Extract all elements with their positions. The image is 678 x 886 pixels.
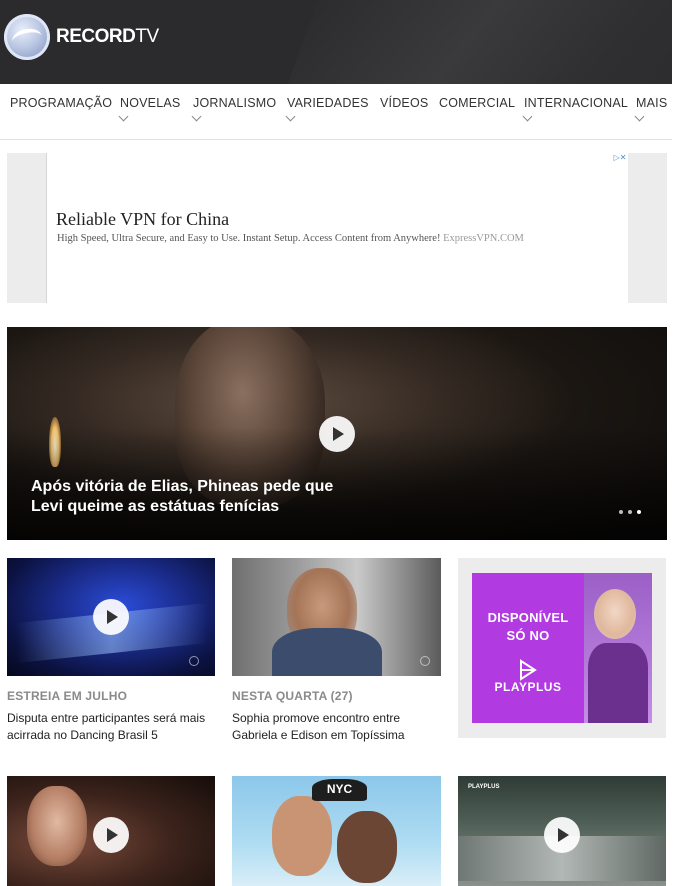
nav-item-videos[interactable]: VÍDEOS xyxy=(380,96,428,110)
nav-item-variedades[interactable]: VARIEDADES xyxy=(285,96,369,122)
card-thumbnail-playplus[interactable]: PLAYPLUS xyxy=(458,776,666,886)
hero-video[interactable]: Após vitória de Elias, Phineas pede que … xyxy=(7,327,667,540)
chevron-down-icon xyxy=(285,111,296,122)
header-decoration xyxy=(267,0,672,84)
nav-item-label: NOVELAS xyxy=(120,96,181,110)
nav-item-jornalismo[interactable]: JORNALISMO xyxy=(191,96,277,122)
carousel-dot[interactable] xyxy=(619,510,623,514)
nav-item-label: VÍDEOS xyxy=(380,96,429,110)
playplus-promo[interactable]: DISPONÍVEL SÓ NO PLAYPLUS xyxy=(458,558,666,738)
nav-item-label: COMERCIAL xyxy=(439,96,516,110)
nav-item-label: PROGRAMAÇÃO xyxy=(10,96,113,110)
nav-item-label: MAIS xyxy=(636,96,668,110)
recordtv-logo[interactable]: RECORDTV xyxy=(4,14,159,60)
promo-line-2: SÓ NO xyxy=(506,628,550,643)
play-icon[interactable] xyxy=(93,599,129,635)
nav-item-label: VARIEDADES xyxy=(287,96,369,110)
nav-item-label: JORNALISMO xyxy=(193,96,277,110)
playplus-logo-text: PLAYPLUS xyxy=(494,680,562,694)
play-icon[interactable] xyxy=(319,416,355,452)
ad-choices-icon[interactable]: ▷✕ xyxy=(612,153,628,163)
playplus-banner[interactable]: DISPONÍVEL SÓ NO PLAYPLUS xyxy=(472,573,652,723)
nav-item-internacional[interactable]: INTERNACIONAL xyxy=(522,96,629,122)
card-label: ESTREIA EM JULHO xyxy=(7,689,128,703)
nav-item-mais[interactable]: MAIS xyxy=(634,96,668,122)
carousel-dot-active[interactable] xyxy=(637,510,641,514)
video-indicator-icon xyxy=(189,656,199,666)
card-thumbnail-dancing-brasil[interactable] xyxy=(7,558,215,676)
ad-banner: ▷✕ Reliable VPN for China High Speed, Ul… xyxy=(7,153,667,303)
ad-title[interactable]: Reliable VPN for China xyxy=(56,209,229,230)
playplus-mini-logo: PLAYPLUS xyxy=(468,784,500,790)
card-thumbnail-topissima[interactable] xyxy=(232,558,441,676)
card-thumbnail-nyc[interactable]: NYC xyxy=(232,776,441,886)
chevron-down-icon xyxy=(118,111,129,122)
site-header: RECORDTV xyxy=(0,0,672,84)
play-icon[interactable] xyxy=(93,817,129,853)
ad-domain[interactable]: ExpressVPN.COM xyxy=(443,233,524,244)
recordtv-logo-icon xyxy=(4,14,50,60)
promo-host-photo xyxy=(584,573,652,723)
card-label: NESTA QUARTA (27) xyxy=(232,689,353,703)
hero-title[interactable]: Após vitória de Elias, Phineas pede que … xyxy=(31,477,361,517)
ad-description: High Speed, Ultra Secure, and Easy to Us… xyxy=(57,233,524,244)
chevron-down-icon xyxy=(634,111,645,122)
ad-content[interactable]: ▷✕ Reliable VPN for China High Speed, Ul… xyxy=(46,153,628,303)
playplus-logo-icon xyxy=(520,659,537,681)
card-headline[interactable]: Disputa entre participantes será mais ac… xyxy=(7,710,207,744)
card-headline[interactable]: Sophia promove encontro entre Gabriela e… xyxy=(232,710,432,744)
promo-line-1: DISPONÍVEL xyxy=(487,610,569,625)
chevron-down-icon xyxy=(191,111,202,122)
nav-item-programacao[interactable]: PROGRAMAÇÃO xyxy=(10,96,112,110)
nav-item-comercial[interactable]: COMERCIAL xyxy=(439,96,515,110)
play-icon[interactable] xyxy=(544,817,580,853)
chevron-down-icon xyxy=(522,111,533,122)
logo-text: RECORDTV xyxy=(56,26,159,47)
nav-item-label: INTERNACIONAL xyxy=(524,96,629,110)
card-thumbnail-novela[interactable] xyxy=(7,776,215,886)
cap-graphic: NYC xyxy=(312,779,367,801)
nav-item-novelas[interactable]: NOVELAS xyxy=(118,96,181,122)
video-indicator-icon xyxy=(420,656,430,666)
carousel-dot[interactable] xyxy=(628,510,632,514)
carousel-dots xyxy=(619,510,641,514)
main-nav: PROGRAMAÇÃO NOVELAS JORNALISMO VARIEDADE… xyxy=(0,84,672,140)
